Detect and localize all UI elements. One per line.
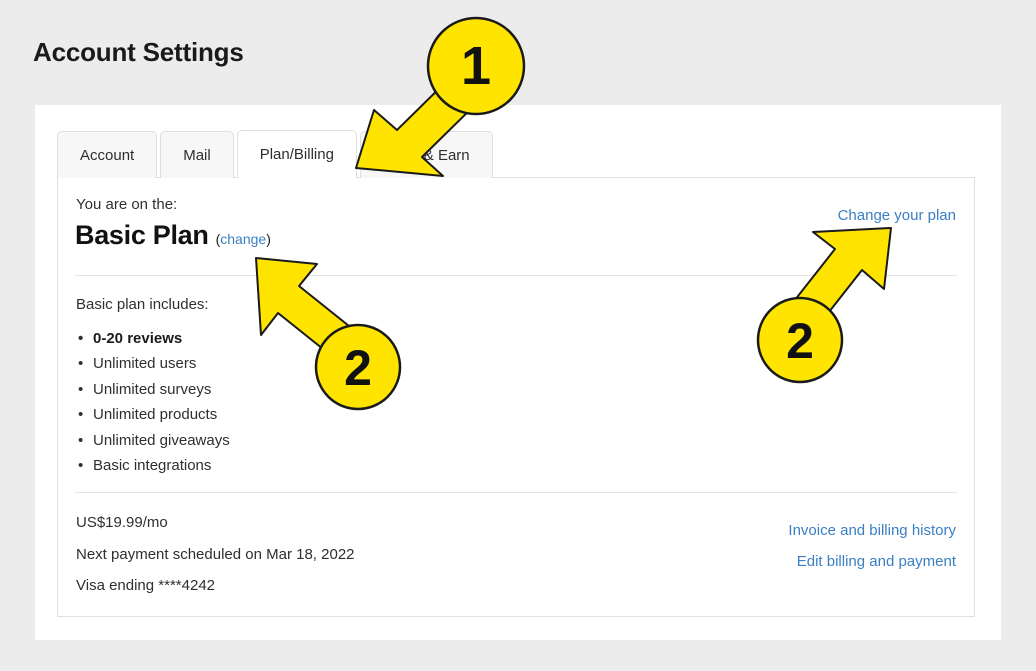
list-item: Basic integrations (76, 453, 230, 479)
tab-refer-and-earn[interactable]: Refer & Earn (359, 131, 493, 178)
tab-plan-billing[interactable]: Plan/Billing (236, 130, 357, 178)
plan-intro-label: You are on the: (76, 196, 178, 213)
account-settings-card: Account Mail Plan/Billing Refer & Earn Y… (35, 105, 1001, 640)
list-item: Unlimited giveaways (76, 428, 230, 454)
list-item: Unlimited surveys (76, 377, 230, 403)
current-plan-row: Basic Plan (change) (75, 220, 271, 251)
tab-mail[interactable]: Mail (160, 131, 234, 178)
billing-links: Invoice and billing history Edit billing… (788, 518, 956, 580)
plan-billing-panel: You are on the: Basic Plan (change) Chan… (57, 177, 975, 617)
change-link[interactable]: change (220, 231, 266, 247)
annotation-badge-1-label: 1 (461, 36, 491, 96)
annotation-badge-1-circle (426, 16, 526, 116)
divider-top (75, 275, 957, 276)
list-item: 0-20 reviews (76, 326, 230, 352)
edit-billing-row: Edit billing and payment (788, 549, 956, 574)
billing-next-payment: Next payment scheduled on Mar 18, 2022 (76, 545, 355, 563)
plan-change-wrapper: (change) (216, 231, 271, 247)
paren-close: ) (266, 231, 271, 247)
change-your-plan-link[interactable]: Change your plan (838, 207, 956, 224)
edit-billing-and-payment-link[interactable]: Edit billing and payment (797, 553, 956, 570)
billing-price: US$19.99/mo (76, 514, 168, 531)
page-title: Account Settings (33, 37, 244, 67)
plan-includes-label: Basic plan includes: (76, 296, 209, 313)
plan-feature-list: 0-20 reviews Unlimited users Unlimited s… (76, 326, 230, 479)
list-item: Unlimited users (76, 351, 230, 377)
invoice-history-row: Invoice and billing history (788, 518, 956, 543)
current-plan-name: Basic Plan (75, 220, 209, 250)
divider-bottom (75, 492, 957, 493)
invoice-and-billing-history-link[interactable]: Invoice and billing history (788, 522, 956, 539)
billing-summary: US$19.99/mo Next payment scheduled on Ma… (76, 510, 355, 605)
list-item: Unlimited products (76, 402, 230, 428)
billing-card: Visa ending ****4242 (76, 577, 216, 594)
tab-account[interactable]: Account (57, 131, 158, 178)
tab-bar: Account Mail Plan/Billing Refer & Earn (57, 130, 496, 178)
